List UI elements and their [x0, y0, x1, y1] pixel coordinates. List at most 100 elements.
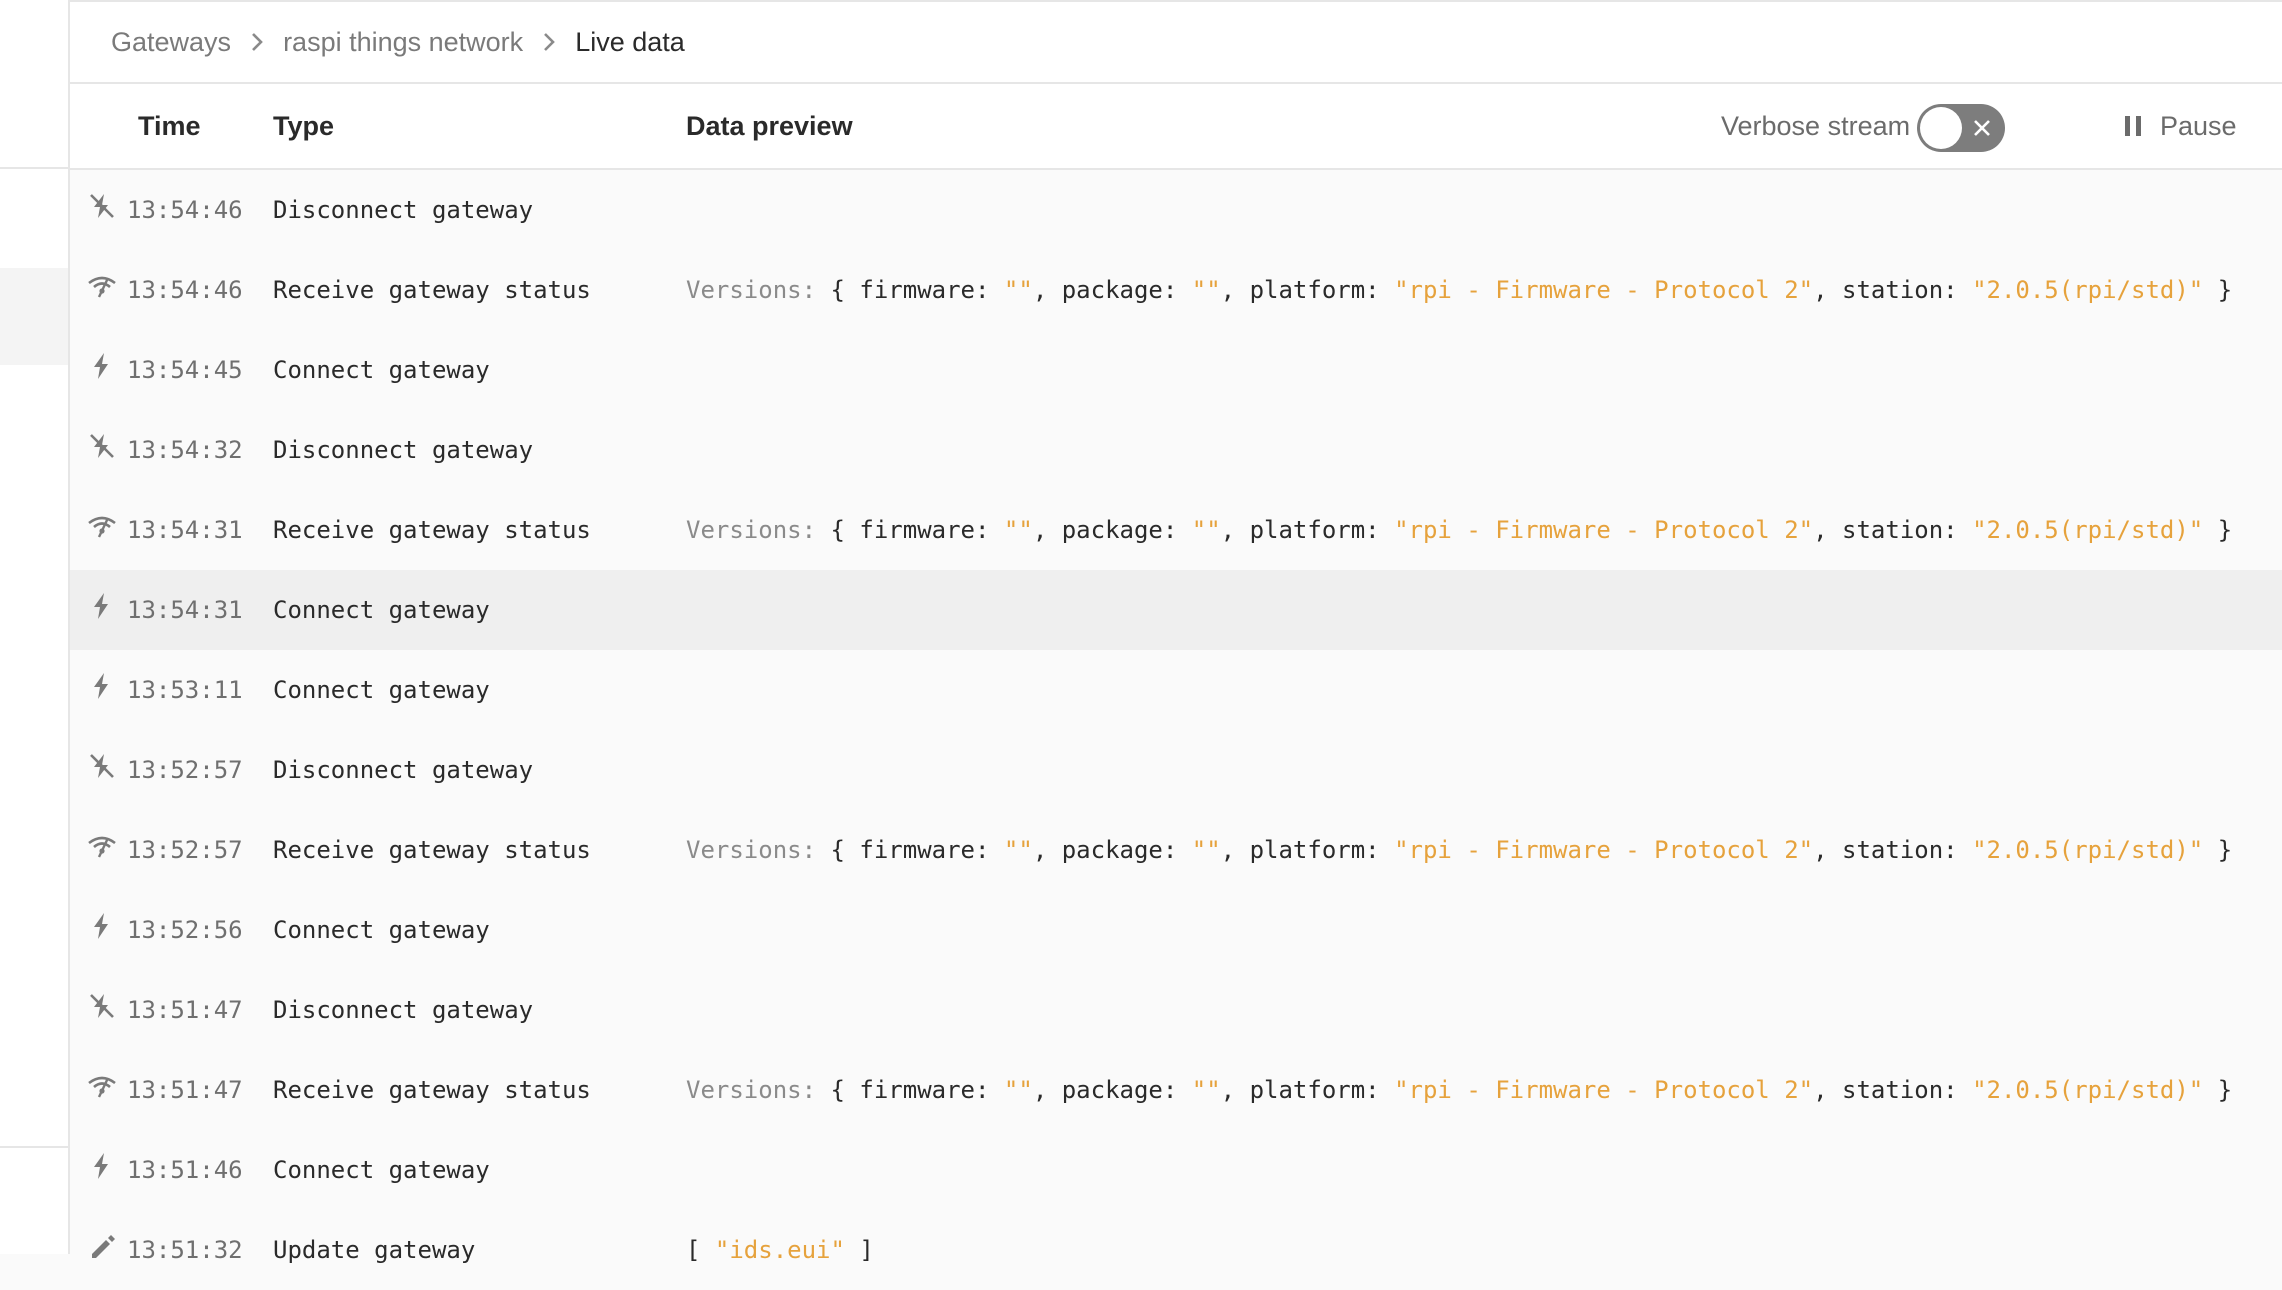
connect-icon — [94, 913, 108, 939]
event-time: 13:51:47 — [127, 996, 243, 1024]
preview-value: "" — [1003, 1076, 1033, 1104]
preview-key: platform: — [1249, 1076, 1380, 1104]
preview-brace: { — [830, 1076, 845, 1104]
event-row[interactable]: 13:54:45 Connect gateway — [70, 330, 2282, 410]
event-row[interactable]: 13:54:31 Receive gateway status Versions: … — [70, 490, 2282, 570]
preview-value: "ids.eui" — [714, 1236, 845, 1264]
event-time: 13:52:57 — [127, 836, 243, 864]
preview-brace: } — [2217, 1076, 2233, 1104]
event-time: 13:54:46 — [127, 276, 243, 304]
preview-key: station: — [1842, 276, 1958, 304]
event-type: Connect gateway — [273, 1156, 490, 1184]
toggle-knob — [1920, 107, 1962, 149]
event-row[interactable]: 13:54:32 Disconnect gateway — [70, 410, 2282, 490]
column-header-time: Time — [138, 111, 201, 141]
preview-value: "" — [1191, 276, 1221, 304]
event-row[interactable]: 13:52:57 Receive gateway status Versions: … — [70, 810, 2282, 890]
disconnect-icon — [90, 754, 114, 778]
event-time: 13:51:47 — [127, 1076, 243, 1104]
disconnect-icon — [90, 194, 114, 218]
event-row[interactable]: 13:51:32 Update gateway [ "ids.eui" ] — [70, 1210, 2282, 1290]
event-row[interactable]: 13:51:46 Connect gateway — [70, 1130, 2282, 1210]
event-time: 13:54:31 — [127, 516, 243, 544]
event-row[interactable]: 13:52:57 Disconnect gateway — [70, 730, 2282, 810]
pause-label: Pause — [2160, 110, 2237, 141]
event-type: Receive gateway status — [273, 1076, 591, 1104]
event-type: Disconnect gateway — [273, 996, 534, 1024]
event-type: Connect gateway — [273, 676, 490, 704]
event-row[interactable]: 13:52:56 Connect gateway — [70, 890, 2282, 970]
disconnect-icon — [90, 434, 114, 458]
breadcrumb-live-data: Live data — [575, 26, 685, 57]
verbose-stream-toggle[interactable] — [1917, 104, 2005, 152]
disconnect-icon — [90, 994, 114, 1018]
status-signal-icon — [88, 276, 116, 298]
edit-icon — [92, 1235, 115, 1258]
preview-brace: [ — [686, 1236, 701, 1264]
preview-key: firmware: — [859, 1076, 990, 1104]
event-time: 13:54:45 — [127, 356, 243, 384]
breadcrumb-gateways[interactable]: Gateways — [111, 27, 231, 58]
preview-value: "rpi - Firmware - Protocol 2" — [1394, 516, 1814, 544]
pause-button[interactable]: Pause — [2122, 84, 2237, 168]
preview-value: "2.0.5(rpi/std)" — [1972, 276, 2204, 304]
event-type: Receive gateway status — [273, 836, 591, 864]
chevron-right-icon — [539, 27, 559, 57]
event-time: 13:52:56 — [127, 916, 243, 944]
preview-key: firmware: — [859, 836, 990, 864]
event-time: 13:51:32 — [127, 1236, 243, 1264]
event-row[interactable]: 13:51:47 Disconnect gateway — [70, 970, 2282, 1050]
event-row[interactable]: 13:54:31 Connect gateway — [70, 570, 2282, 650]
preview-key: firmware: — [859, 516, 990, 544]
preview-brace: } — [2217, 836, 2233, 864]
event-data-preview: Versions: { firmware: "", package: "", p… — [686, 516, 2233, 544]
preview-key: platform: — [1249, 516, 1380, 544]
preview-value: "" — [1191, 836, 1221, 864]
preview-brace: { — [830, 836, 845, 864]
preview-value: "" — [1003, 516, 1033, 544]
event-time: 13:54:46 — [127, 196, 243, 224]
preview-brace: } — [2217, 516, 2233, 544]
table-header: Time Type Data preview Verbose stream Pa… — [70, 84, 2282, 170]
preview-value: "rpi - Firmware - Protocol 2" — [1394, 1076, 1814, 1104]
preview-key: station: — [1842, 516, 1958, 544]
close-icon — [1974, 120, 1990, 136]
status-signal-icon — [88, 1076, 116, 1098]
column-header-data-preview: Data preview — [686, 111, 853, 141]
preview-value: "" — [1191, 1076, 1221, 1104]
connect-icon — [94, 593, 108, 619]
preview-key: platform: — [1249, 836, 1380, 864]
event-data-preview: Versions: { firmware: "", package: "", p… — [686, 836, 2233, 864]
event-type: Disconnect gateway — [273, 196, 534, 224]
preview-key: package: — [1061, 1076, 1178, 1104]
preview-value: "2.0.5(rpi/std)" — [1972, 1076, 2204, 1104]
status-signal-icon — [88, 836, 116, 858]
column-header-type: Type — [273, 111, 335, 141]
preview-value: "" — [1003, 836, 1033, 864]
preview-value: "" — [1191, 516, 1221, 544]
event-time: 13:54:31 — [127, 596, 243, 624]
event-type: Disconnect gateway — [273, 436, 534, 464]
event-row[interactable]: 13:51:47 Receive gateway status Versions: … — [70, 1050, 2282, 1130]
event-row[interactable]: 13:53:11 Connect gateway — [70, 650, 2282, 730]
preview-label: Versions: — [686, 276, 817, 304]
preview-brace: ] — [859, 1236, 874, 1264]
sidebar-nav-item[interactable] — [0, 167, 68, 267]
preview-key: platform: — [1249, 276, 1380, 304]
breadcrumb: Gateways raspi things network Live data — [70, 0, 2282, 84]
status-signal-icon — [88, 516, 116, 538]
breadcrumb-gateway[interactable]: raspi things network — [283, 27, 523, 58]
preview-value: "2.0.5(rpi/std)" — [1972, 516, 2204, 544]
chevron-right-icon — [247, 27, 267, 57]
event-type: Connect gateway — [273, 596, 490, 624]
event-time: 13:53:11 — [127, 676, 243, 704]
event-data-preview: Versions: { firmware: "", package: "", p… — [686, 1076, 2233, 1104]
event-type: Connect gateway — [273, 916, 490, 944]
event-time: 13:51:46 — [127, 1156, 243, 1184]
preview-label: Versions: — [686, 836, 817, 864]
event-row[interactable]: 13:54:46 Disconnect gateway — [70, 170, 2282, 250]
sidebar-nav-item-active[interactable] — [0, 268, 68, 365]
sidebar — [0, 0, 70, 1254]
preview-brace: } — [2217, 276, 2233, 304]
event-row[interactable]: 13:54:46 Receive gateway status Versions: … — [70, 250, 2282, 330]
